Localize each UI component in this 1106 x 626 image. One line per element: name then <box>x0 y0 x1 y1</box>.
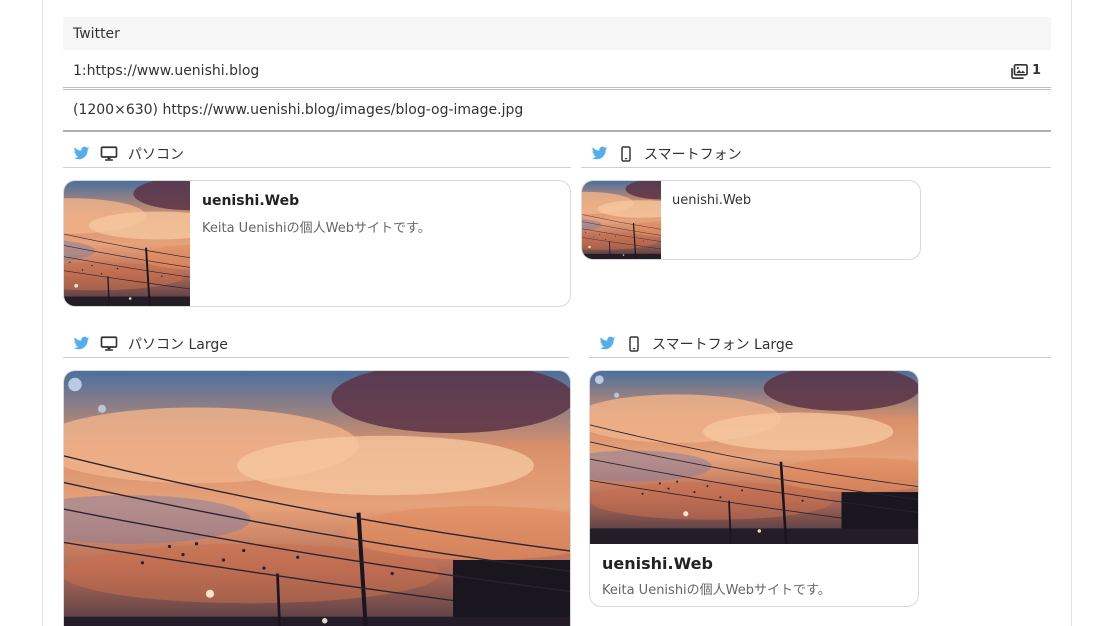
panel-header: Twitter <box>63 17 1051 50</box>
section-smartphone-large: スマートフォン Large <box>589 330 1051 358</box>
card-title: uenishi.Web <box>202 193 300 209</box>
image-url-text: (1200×630) https://www.uenishi.blog/imag… <box>73 102 524 118</box>
images-icon <box>1011 63 1028 79</box>
url-row[interactable]: 1:https://www.uenishi.blog 1 <box>63 50 1051 90</box>
section-smartphone-label: スマートフォン <box>644 146 742 163</box>
twitter-icon <box>599 335 616 352</box>
sp-summary-card[interactable]: uenishi.Web <box>581 180 921 260</box>
section-pc-label: パソコン <box>128 146 184 163</box>
panel-title: Twitter <box>73 26 120 42</box>
image-count-value: 1 <box>1031 63 1041 78</box>
section-smartphone: スマートフォン <box>581 140 1051 168</box>
section-pc-large: パソコン Large <box>63 330 569 358</box>
card-thumbnail <box>64 181 190 307</box>
card-title: uenishi.Web <box>672 193 752 208</box>
desktop-icon <box>100 145 118 163</box>
card-description: Keita Uenishiの個人Webサイトです。 <box>202 221 431 236</box>
card-thumbnail <box>582 181 661 260</box>
image-count: 1 <box>1011 50 1041 92</box>
twitter-icon <box>73 335 90 352</box>
section-pc-large-label: パソコン Large <box>128 336 228 353</box>
twitter-preview-panel: Twitter 1:https://www.uenishi.blog 1 (12… <box>63 17 1051 132</box>
sp-large-card[interactable]: uenishi.Web Keita Uenishiの個人Webサイトです。 <box>589 370 919 607</box>
image-url-row[interactable]: (1200×630) https://www.uenishi.blog/imag… <box>63 90 1051 132</box>
mobile-icon <box>626 335 642 353</box>
pc-summary-card[interactable]: uenishi.Web Keita Uenishiの個人Webサイトです。 <box>63 180 571 307</box>
mobile-icon <box>618 145 634 163</box>
card-title: uenishi.Web <box>602 554 713 573</box>
card-image <box>590 371 919 544</box>
twitter-icon <box>73 145 90 162</box>
desktop-icon <box>100 335 118 353</box>
card-image <box>64 371 571 626</box>
url-text: 1:https://www.uenishi.blog <box>73 63 260 79</box>
twitter-icon <box>591 145 608 162</box>
pc-large-card[interactable] <box>63 370 571 626</box>
section-smartphone-large-label: スマートフォン Large <box>652 336 794 353</box>
section-pc: パソコン <box>63 140 571 168</box>
card-description: Keita Uenishiの個人Webサイトです。 <box>602 583 831 598</box>
